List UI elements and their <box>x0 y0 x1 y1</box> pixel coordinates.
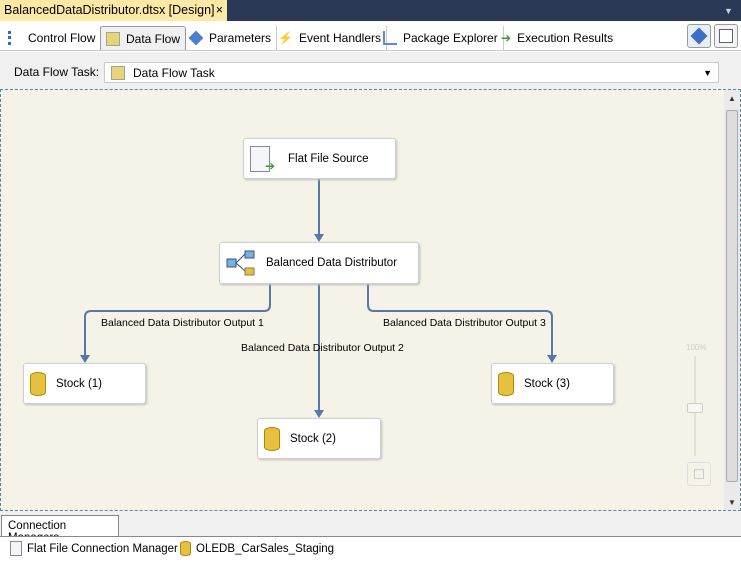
zoom-slider-thumb[interactable] <box>687 403 703 413</box>
zoom-to-fit-button[interactable] <box>687 462 711 486</box>
connection-manager-item[interactable]: OLEDB_CarSales_Staging <box>180 541 334 556</box>
balanced-data-distributor-node[interactable]: Balanced Data Distributor <box>219 242 419 284</box>
database-icon <box>498 371 514 396</box>
flat-file-icon <box>10 541 22 556</box>
distributor-icon <box>226 250 255 276</box>
fit-icon <box>694 469 704 479</box>
stock-3-node[interactable]: Stock (3) <box>491 363 614 404</box>
flat-file-icon: ➔ <box>250 145 275 173</box>
flat-file-source-node[interactable]: ➔ Flat File Source <box>243 138 396 179</box>
connection-manager-item[interactable]: Flat File Connection Manager <box>10 541 178 556</box>
tab-connection-managers[interactable]: Connection Managers <box>1 515 119 544</box>
scroll-up-icon[interactable]: ▲ <box>724 94 740 103</box>
zoom-label: 100% <box>686 343 707 352</box>
path-label-output-3: Balanced Data Distributor Output 3 <box>383 317 546 329</box>
database-icon <box>180 541 191 556</box>
stock-1-node[interactable]: Stock (1) <box>23 363 146 404</box>
path-label-output-2: Balanced Data Distributor Output 2 <box>241 342 404 354</box>
database-icon <box>264 426 280 451</box>
scroll-down-icon[interactable]: ▼ <box>724 498 740 507</box>
stock-2-node[interactable]: Stock (2) <box>257 418 381 459</box>
scrollbar-thumb[interactable] <box>726 110 738 482</box>
database-icon <box>30 371 46 396</box>
path-label-output-1: Balanced Data Distributor Output 1 <box>101 317 264 329</box>
connectors <box>80 178 557 418</box>
vertical-scrollbar[interactable]: ▲ ▼ <box>724 90 740 510</box>
